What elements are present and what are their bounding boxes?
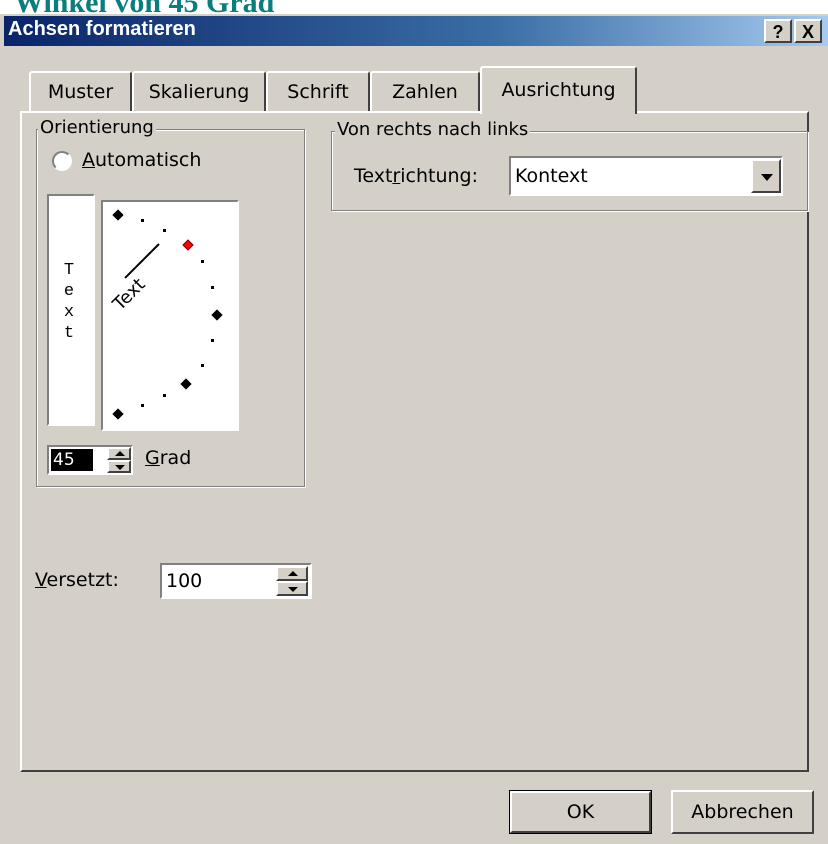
text-direction-select[interactable]: Kontext — [509, 156, 783, 196]
dial-dot — [163, 394, 166, 397]
vertical-text-box[interactable]: T e x t — [47, 194, 95, 426]
arrow-up-icon — [115, 451, 125, 456]
dial-dot — [163, 229, 166, 232]
close-button[interactable]: X — [794, 19, 822, 43]
dial-marker-90 — [112, 209, 124, 221]
arrow-down-icon — [288, 587, 298, 592]
degree-label: Grad — [145, 447, 192, 469]
dial-marker-minus45 — [180, 378, 192, 390]
offset-input[interactable]: 100 — [166, 570, 202, 592]
dial-dot — [211, 339, 214, 342]
tab-schrift[interactable]: Schrift — [266, 71, 370, 111]
chevron-down-icon — [761, 174, 773, 181]
ok-button-frame[interactable]: OK — [509, 790, 652, 834]
orientation-dial[interactable]: Text — [101, 200, 239, 431]
orientation-group-label: Orientierung — [38, 117, 156, 138]
text-direction-dropdown-button[interactable] — [751, 159, 781, 193]
dial-text: Text — [108, 274, 150, 315]
auto-radio[interactable] — [52, 151, 72, 171]
rtl-group-label: Von rechts nach links — [335, 119, 531, 140]
dial-dot — [141, 219, 144, 222]
degree-spinner[interactable]: 45 — [47, 445, 133, 475]
title-bar[interactable]: Achsen formatieren — [4, 16, 828, 46]
offset-down-button[interactable] — [276, 581, 308, 596]
dial-marker-0 — [211, 309, 223, 321]
degree-up-button[interactable] — [107, 447, 131, 460]
dial-marker-minus90 — [112, 408, 124, 420]
tab-muster[interactable]: Muster — [29, 71, 132, 111]
degree-down-button[interactable] — [107, 460, 131, 473]
dial-dot — [141, 404, 144, 407]
dial-dot — [211, 286, 214, 289]
degree-input[interactable]: 45 — [51, 449, 93, 471]
tab-skalierung[interactable]: Skalierung — [132, 71, 266, 111]
dial-dot — [201, 364, 204, 367]
arrow-up-icon — [288, 571, 298, 576]
vertical-text: T e x t — [63, 261, 75, 343]
dialog-title: Achsen formatieren — [8, 18, 196, 40]
dial-needle — [124, 243, 160, 279]
offset-label: Versetzt: — [35, 569, 119, 591]
ok-button[interactable]: OK — [510, 791, 651, 833]
help-button[interactable]: ? — [764, 19, 792, 43]
text-direction-label: Textrichtung: — [354, 165, 479, 187]
offset-spinner[interactable]: 100 — [160, 563, 312, 599]
tab-zahlen[interactable]: Zahlen — [370, 71, 480, 111]
cancel-button[interactable]: Abbrechen — [671, 790, 814, 834]
dial-dot — [201, 260, 204, 263]
dial-handle[interactable] — [182, 239, 194, 251]
offset-up-button[interactable] — [276, 566, 308, 581]
text-direction-value: Kontext — [515, 165, 588, 187]
tab-ausrichtung[interactable]: Ausrichtung — [480, 66, 637, 114]
arrow-down-icon — [115, 465, 125, 470]
auto-radio-label[interactable]: Automatisch — [82, 149, 201, 171]
